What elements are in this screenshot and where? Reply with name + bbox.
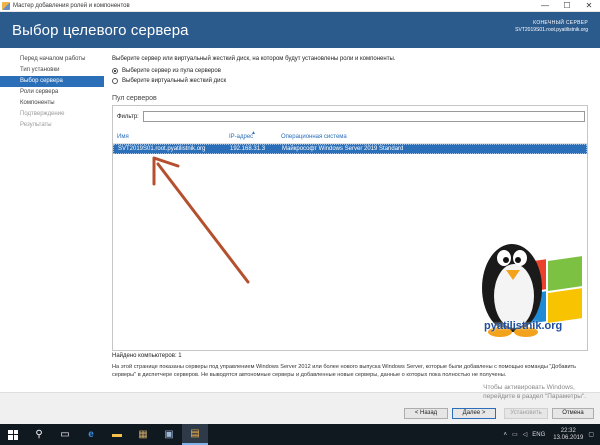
- minimize-button[interactable]: —: [534, 0, 556, 12]
- input-language[interactable]: ENG: [532, 432, 545, 438]
- info-note: На этой странице показаны серверы под уп…: [112, 364, 577, 378]
- maximize-button[interactable]: ☐: [556, 0, 578, 12]
- start-button[interactable]: [0, 424, 26, 445]
- nav-item-server-roles[interactable]: Роли сервера: [0, 87, 104, 98]
- radio-vhd[interactable]: [112, 78, 118, 84]
- windows-logo-icon: [8, 429, 18, 440]
- server-table-header: Имя IP-адрес Операционная система ▲: [113, 130, 587, 144]
- filter-input[interactable]: [142, 111, 585, 122]
- activation-watermark: Чтобы активировать Windows, перейдите в …: [483, 383, 586, 401]
- window-title: Мастер добавления ролей и компонентов: [13, 2, 130, 9]
- logo-text: pyatilistnik.org: [484, 320, 563, 332]
- sort-ascending-icon: ▲: [251, 130, 256, 136]
- clock-date: 13.06.2019: [553, 434, 584, 441]
- destination-server-label: КОНЕЧНЫЙ СЕРВЕР: [533, 20, 588, 26]
- watermark-line1: Чтобы активировать Windows,: [483, 384, 575, 391]
- next-button[interactable]: Далее >: [452, 408, 496, 419]
- close-button[interactable]: ✕: [578, 0, 600, 12]
- cancel-button[interactable]: Отмена: [552, 408, 594, 419]
- title-bar: Мастер добавления ролей и компонентов — …: [0, 0, 600, 12]
- taskbar: ⚲ ▭ e ▬ ▦ ▣ ▤ ˄ ▭ ◁ ENG 22:32 13.06.2019…: [0, 424, 600, 445]
- watermark-line2: перейдите в раздел "Параметры".: [483, 393, 586, 400]
- nav-item-server-selection[interactable]: Выбор сервера: [0, 76, 104, 87]
- instruction-text: Выберите сервер или виртуальный жесткий …: [112, 56, 396, 62]
- filter-row: Фильтр:: [117, 111, 585, 122]
- clock-time: 22:32: [560, 427, 576, 434]
- server-pool-heading: Пул серверов: [112, 95, 157, 102]
- volume-icon[interactable]: ◁: [523, 431, 528, 438]
- destination-server-value: SVT2019S01.root.pyatilistnik.org: [515, 27, 588, 33]
- server-manager-icon[interactable]: ▦: [130, 424, 156, 445]
- powershell-icon[interactable]: ▣: [156, 424, 182, 445]
- task-view-icon[interactable]: ▭: [52, 424, 78, 445]
- nav-item-results: Результаты: [20, 122, 52, 128]
- row-os: Майкрософт Windows Server 2019 Standard: [282, 146, 404, 152]
- annotation-arrow: [152, 156, 250, 284]
- nav-item-before-you-begin[interactable]: Перед началом работы: [0, 54, 104, 65]
- page-title: Выбор целевого сервера: [12, 22, 189, 39]
- column-header-name[interactable]: Имя: [113, 134, 229, 140]
- notifications-icon[interactable]: ▢: [588, 431, 594, 438]
- nav-item-installation-type[interactable]: Тип установки: [0, 65, 104, 76]
- column-header-os[interactable]: Операционная система: [281, 134, 587, 140]
- destination-server: КОНЕЧНЫЙ СЕРВЕР SVT2019S01.root.pyatilis…: [515, 20, 588, 34]
- radio-server-pool[interactable]: [112, 68, 118, 74]
- filter-label: Фильтр:: [117, 113, 139, 120]
- wizard-header: Выбор целевого сервера КОНЕЧНЫЙ СЕРВЕР S…: [0, 12, 600, 48]
- nav-item-features[interactable]: Компоненты: [0, 98, 104, 109]
- wizard-taskbar-icon[interactable]: ▤: [182, 424, 208, 445]
- search-icon[interactable]: ⚲: [26, 424, 52, 445]
- file-explorer-icon[interactable]: ▬: [104, 424, 130, 445]
- edge-browser-icon[interactable]: e: [78, 424, 104, 445]
- option-vhd[interactable]: Выберите виртуальный жесткий диск: [112, 78, 226, 84]
- chevron-up-icon[interactable]: ˄: [503, 432, 507, 438]
- clock[interactable]: 22:32 13.06.2019: [553, 428, 583, 442]
- option-server-pool-label: Выберите сервер из пула серверов: [122, 68, 221, 74]
- wizard-app-icon: [2, 1, 10, 10]
- nav-item-confirmation: Подтверждение: [20, 111, 65, 117]
- wizard-window: Мастер добавления ролей и компонентов — …: [0, 0, 600, 424]
- option-vhd-label: Выберите виртуальный жесткий диск: [122, 78, 227, 84]
- back-button[interactable]: < Назад: [404, 408, 448, 419]
- install-button: Установить: [504, 408, 548, 419]
- network-icon[interactable]: ▭: [512, 431, 518, 438]
- system-tray: ˄ ▭ ◁ ENG 22:32 13.06.2019 ▢: [498, 424, 594, 445]
- found-count: Найдено компьютеров: 1: [112, 353, 182, 359]
- option-server-pool[interactable]: Выберите сервер из пула серверов: [112, 68, 221, 74]
- wizard-nav: Перед началом работы Тип установки Выбор…: [0, 48, 104, 392]
